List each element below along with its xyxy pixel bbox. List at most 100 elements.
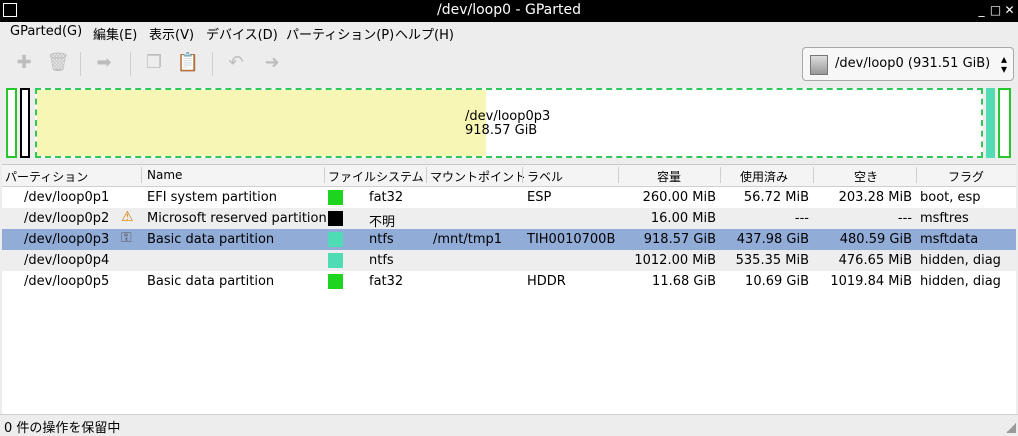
filesystem-color-swatch: [328, 253, 343, 268]
label-cell: HDDR: [527, 274, 566, 289]
key-icon: ⚿: [121, 230, 132, 246]
toolbar-separator: [212, 52, 213, 76]
filesystem-color-swatch: [328, 190, 343, 205]
label-cell: ESP: [527, 190, 552, 205]
partition-block-loop0p4[interactable]: [986, 88, 995, 158]
size-cell: 11.68 GiB: [652, 274, 716, 289]
filesystem-color-swatch: [328, 211, 343, 226]
pending-operations-status: 0 件の操作を保留中: [4, 421, 121, 436]
partition-cell: /dev/loop0p3: [24, 232, 110, 247]
column-header-mountpoint[interactable]: マウントポイント: [430, 168, 526, 185]
paste-icon[interactable]: 📋: [176, 52, 200, 74]
filesystem-cell: 不明: [369, 215, 396, 230]
table-row[interactable]: /dev/loop0p3 Basic data partition ntfs/mnt…: [2, 229, 1016, 250]
chevron-updown-icon: ▴ ▾: [1000, 52, 1007, 76]
free-cell: 476.65 MiB: [838, 253, 912, 268]
maximize-icon[interactable]: □: [989, 4, 1002, 17]
name-cell: Basic data partition: [147, 274, 275, 289]
menu-help[interactable]: ヘルプ(H): [395, 24, 454, 43]
disk-map: /dev/loop0p3 918.57 GiB: [4, 86, 1014, 160]
free-cell: 1019.84 MiB: [830, 274, 912, 289]
partition-cell: /dev/loop0p4: [24, 253, 110, 268]
partition-block-loop0p2[interactable]: [20, 88, 30, 158]
size-cell: 918.57 GiB: [643, 232, 716, 247]
partition-cell: /dev/loop0p1: [24, 190, 110, 205]
harddisk-icon: [810, 55, 828, 75]
filesystem-cell: fat32: [369, 190, 404, 205]
size-cell: 16.00 MiB: [650, 211, 716, 226]
partition-block-loop0p5[interactable]: [998, 88, 1011, 158]
disk-map-partition-size: 918.57 GiB: [465, 123, 538, 138]
label-cell: TIH0010700B: [527, 232, 616, 247]
column-header-used[interactable]: 使用済み: [740, 168, 788, 185]
copy-icon[interactable]: ❐: [142, 52, 166, 74]
status-bar: 0 件の操作を保留中: [0, 414, 1018, 436]
resize-grip[interactable]: [1006, 423, 1016, 433]
used-cell: 535.35 MiB: [735, 253, 809, 268]
menu-device[interactable]: デバイス(D): [206, 24, 278, 43]
name-cell: EFI system partition: [147, 190, 277, 205]
size-cell: 260.00 MiB: [642, 190, 716, 205]
flags-cell: msftdata: [920, 232, 979, 247]
title-bar: /dev/loop0 - GParted _ □ ✕: [0, 0, 1018, 22]
free-cell: 480.59 GiB: [839, 232, 912, 247]
disk-map-partition-name: /dev/loop0p3: [465, 109, 551, 124]
device-selector-value: /dev/loop0 (931.51 GiB): [835, 56, 991, 71]
filesystem-color-swatch: [328, 232, 343, 247]
column-header-name[interactable]: Name: [147, 168, 182, 182]
table-row[interactable]: /dev/loop0p4 ntfs 1012.00 MiB 535.35 MiB 476…: [2, 250, 1016, 271]
column-header-size[interactable]: 容量: [657, 168, 681, 185]
menu-edit[interactable]: 編集(E): [93, 24, 137, 43]
menu-partition[interactable]: パーティション(P): [286, 24, 394, 43]
column-header-free[interactable]: 空き: [854, 168, 878, 185]
partition-cell: /dev/loop0p5: [24, 274, 110, 289]
used-space-bar: [37, 90, 486, 156]
device-selector[interactable]: /dev/loop0 (931.51 GiB) ▴ ▾: [802, 47, 1014, 81]
close-icon[interactable]: ✕: [1003, 4, 1016, 17]
used-cell: 10.69 GiB: [745, 274, 809, 289]
column-header-partition[interactable]: パーティション: [5, 168, 88, 185]
table-row[interactable]: /dev/loop0p2 Microsoft reserved partition…: [2, 208, 1016, 230]
name-cell: Microsoft reserved partition: [147, 211, 327, 226]
used-cell: 437.98 GiB: [736, 232, 809, 247]
mountpoint-cell: /mnt/tmp1: [433, 232, 503, 247]
name-cell: Basic data partition: [147, 232, 275, 247]
table-header: パーティション Name ファイルシステム マウントポイント ラベル 容量 使用…: [2, 165, 1016, 187]
column-header-filesystem[interactable]: ファイルシステム: [328, 168, 424, 185]
partition-cell: /dev/loop0p2: [24, 211, 110, 226]
partition-table: パーティション Name ファイルシステム マウントポイント ラベル 容量 使用…: [2, 164, 1016, 415]
undo-icon[interactable]: ↶: [224, 52, 248, 74]
menu-gparted[interactable]: GParted(G): [10, 24, 82, 39]
delete-icon[interactable]: 🗑: [46, 52, 70, 74]
filesystem-color-swatch: [328, 274, 343, 289]
flags-cell: boot, esp: [920, 190, 981, 205]
minimize-icon[interactable]: _: [975, 4, 988, 17]
toolbar-separator: [130, 52, 131, 76]
column-header-label[interactable]: ラベル: [527, 168, 563, 185]
toolbar-separator: [80, 52, 81, 76]
used-cell: ---: [794, 211, 809, 226]
size-cell: 1012.00 MiB: [634, 253, 716, 268]
disk-map-label: /dev/loop0p3 918.57 GiB: [465, 110, 550, 138]
used-cell: 56.72 MiB: [743, 190, 809, 205]
table-row[interactable]: /dev/loop0p5 Basic data partition fat32 HDD…: [2, 271, 1016, 292]
column-header-flags[interactable]: フラグ: [948, 168, 984, 185]
filesystem-cell: ntfs: [369, 232, 394, 247]
free-cell: ---: [897, 211, 912, 226]
flags-cell: hidden, diag: [920, 253, 1001, 268]
menu-bar: GParted(G) 編集(E) 表示(V) デバイス(D) パーティション(P…: [0, 22, 1018, 44]
apply-icon[interactable]: ➜: [260, 52, 284, 74]
new-partition-icon[interactable]: ✚: [12, 52, 36, 74]
table-row[interactable]: /dev/loop0p1 EFI system partition fat32 ESP…: [2, 187, 1016, 208]
window-title: /dev/loop0 - GParted: [437, 2, 581, 18]
free-cell: 203.28 MiB: [838, 190, 912, 205]
flags-cell: hidden, diag: [920, 274, 1001, 289]
partition-block-loop0p3[interactable]: /dev/loop0p3 918.57 GiB: [35, 88, 983, 158]
flags-cell: msftres: [920, 211, 969, 226]
filesystem-cell: fat32: [369, 274, 404, 289]
partition-block-loop0p1[interactable]: [6, 88, 17, 158]
resize-move-icon[interactable]: ➡: [92, 52, 116, 74]
warning-icon: ⚠: [121, 209, 134, 225]
filesystem-cell: ntfs: [369, 253, 394, 268]
menu-view[interactable]: 表示(V): [149, 24, 194, 43]
